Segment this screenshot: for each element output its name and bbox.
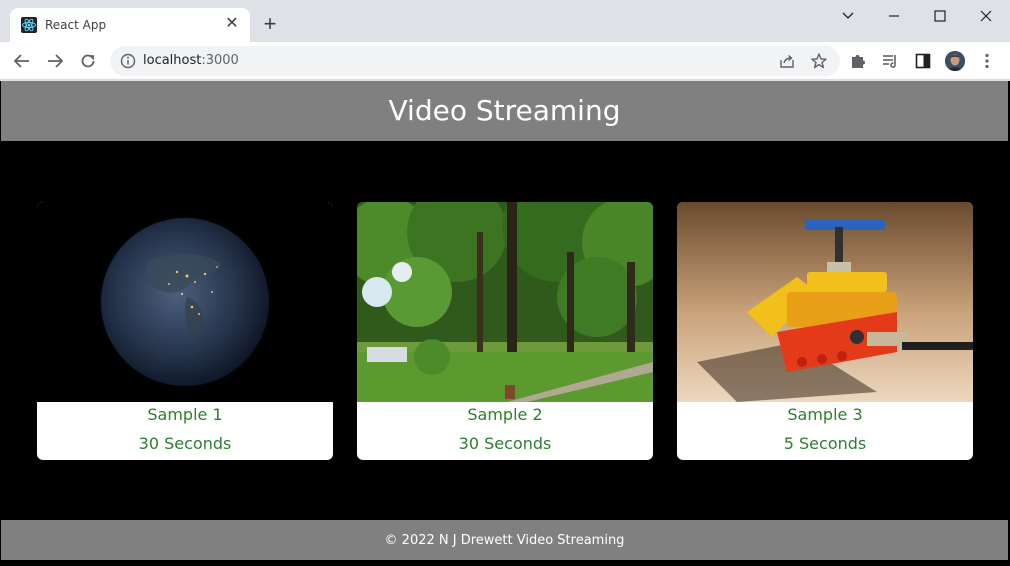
avatar[interactable]	[945, 51, 965, 71]
site-header: Video Streaming	[1, 81, 1008, 141]
tab-title: React App	[45, 18, 107, 32]
tab-strip: React App ✕ +	[0, 0, 1010, 42]
side-panel-icon[interactable]	[914, 52, 932, 70]
video-duration: 5 Seconds	[783, 434, 867, 453]
back-arrow-icon[interactable]	[12, 51, 32, 71]
video-card[interactable]: Sample 1 30 Seconds	[37, 202, 333, 460]
minimize-icon[interactable]	[884, 6, 904, 26]
share-icon[interactable]	[778, 52, 796, 70]
video-title: Sample 1	[147, 405, 223, 424]
url-port: :3000	[201, 53, 239, 68]
page-bottom-strip	[0, 560, 1010, 566]
chevron-down-icon[interactable]	[838, 6, 858, 26]
close-icon[interactable]: ✕	[222, 14, 242, 34]
video-card[interactable]: Sample 2 30 Seconds	[357, 202, 653, 460]
info-icon[interactable]	[120, 53, 136, 69]
url-text: localhost:3000	[143, 53, 239, 68]
url-host: localhost	[143, 53, 202, 68]
video-thumbnail-lego[interactable]	[677, 202, 973, 402]
video-title: Sample 2	[467, 405, 543, 424]
video-duration: 30 Seconds	[138, 434, 232, 453]
plus-icon[interactable]: +	[259, 13, 281, 35]
video-card[interactable]: Sample 3 5 Seconds	[677, 202, 973, 460]
maximize-icon[interactable]	[930, 6, 950, 26]
page-title: Video Streaming	[388, 94, 621, 127]
forward-arrow-icon[interactable]	[45, 51, 65, 71]
react-logo-icon	[21, 17, 37, 33]
video-grid: Sample 1 30 Seconds Sample 2 30 Seconds …	[0, 141, 1010, 520]
puzzle-icon[interactable]	[849, 52, 867, 70]
video-duration: 30 Seconds	[458, 434, 552, 453]
page-viewport: Video Streaming Sample 1 30 Seconds Samp…	[0, 81, 1010, 566]
browser-toolbar: localhost:3000	[0, 42, 1010, 80]
video-title: Sample 3	[787, 405, 863, 424]
video-thumbnail-park[interactable]	[357, 202, 653, 402]
browser-tab[interactable]: React App ✕	[10, 8, 250, 42]
site-footer: © 2022 N J Drewett Video Streaming	[1, 520, 1008, 560]
address-bar[interactable]: localhost:3000	[110, 46, 840, 76]
reload-icon[interactable]	[78, 51, 98, 71]
window-close-icon[interactable]	[976, 6, 996, 26]
media-queue-icon[interactable]	[881, 52, 899, 70]
star-icon[interactable]	[810, 52, 828, 70]
footer-text: © 2022 N J Drewett Video Streaming	[384, 533, 625, 548]
video-thumbnail-earth[interactable]	[37, 202, 333, 402]
kebab-menu-icon[interactable]	[978, 52, 996, 70]
